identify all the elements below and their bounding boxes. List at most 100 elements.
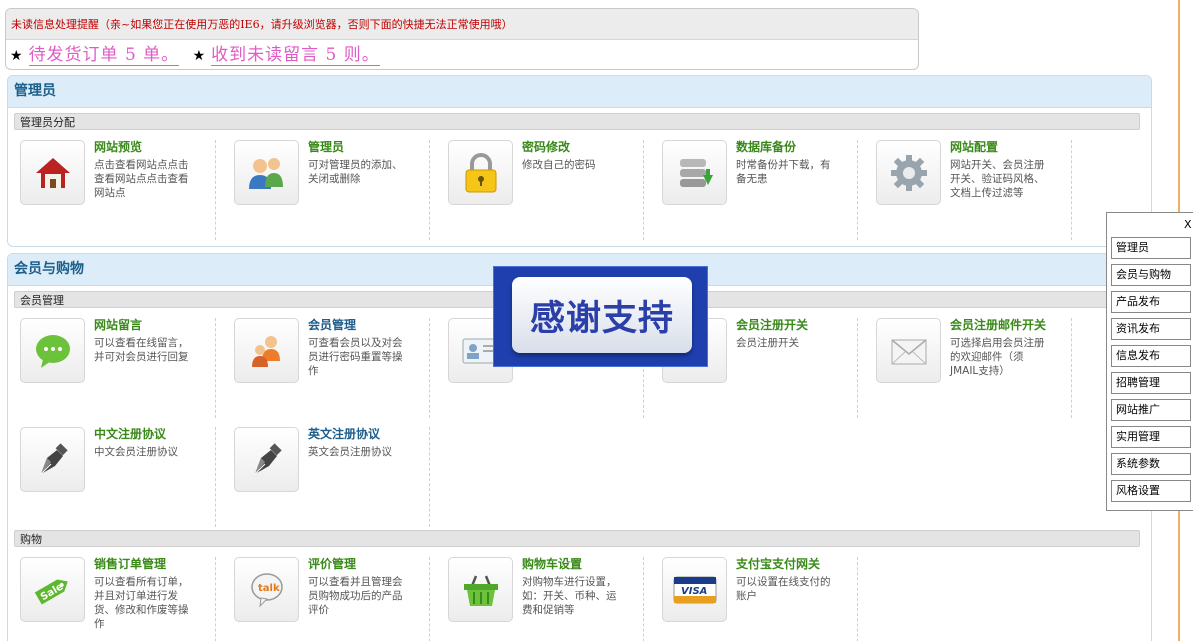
thanks-popup[interactable]: 感谢支持 <box>493 266 708 367</box>
star-icon: ★ <box>10 48 23 64</box>
card-separator <box>857 318 858 418</box>
card-desc: 可选择启用会员注册的欢迎邮件（须JMAIL支持） <box>950 337 1045 377</box>
card-separator <box>429 427 430 527</box>
unread-messages-link[interactable]: 收到未读留言 5 则。 <box>211 45 380 66</box>
card-separator <box>857 557 858 641</box>
admin-section-title: 管理员 <box>8 76 1151 108</box>
card-title[interactable]: 网站留言 <box>94 316 142 333</box>
card-member-management[interactable]: 会员管理 可查看会员以及对会员进行密码重置等操作 <box>222 318 436 418</box>
card-separator <box>643 140 644 240</box>
card-title[interactable]: 管理员 <box>308 138 344 155</box>
members-icon[interactable] <box>234 318 299 383</box>
gear-icon[interactable] <box>876 140 941 205</box>
card-desc: 会员注册开关 <box>736 337 799 349</box>
side-menu-item[interactable]: 网站推广 <box>1111 399 1191 421</box>
card-desc: 可以设置在线支付的账户 <box>736 576 831 602</box>
sale-tag-icon[interactable]: Sale <box>20 557 85 622</box>
card-separator <box>429 318 430 418</box>
notice-panel: 未读信息处理提醒（亲~如果您正在使用万恶的IE6，请升级浏览器，否则下面的快捷无… <box>5 8 919 70</box>
pending-orders-link[interactable]: 待发货订单 5 单。 <box>28 45 180 66</box>
card-cn-agreement[interactable]: 中文注册协议 中文会员注册协议 <box>8 427 222 527</box>
card-desc: 点击查看网站点点击查看网站点点击查看网站点 <box>94 159 189 199</box>
card-title[interactable]: 支付宝支付网关 <box>736 555 820 572</box>
pen-icon[interactable] <box>234 427 299 492</box>
basket-icon[interactable] <box>448 557 513 622</box>
card-title[interactable]: 数据库备份 <box>736 138 796 155</box>
card-sales-orders[interactable]: Sale 销售订单管理 可以查看所有订单，并且对订单进行发货、修改和作废等操作 <box>8 557 222 641</box>
card-separator <box>643 557 644 641</box>
card-site-preview[interactable]: 网站预览 点击查看网站点点击查看网站点点击查看网站点 <box>8 140 222 240</box>
card-alipay-gateway[interactable]: VISA 支付宝支付网关 可以设置在线支付的账户 <box>650 557 864 641</box>
star-icon: ★ <box>192 48 206 64</box>
card-desc: 对购物车进行设置，如：开关、币种、运费和促销等 <box>522 576 617 616</box>
card-desc: 修改自己的密码 <box>522 159 596 171</box>
card-administrator[interactable]: 管理员 可对管理员的添加、关闭或删除 <box>222 140 436 240</box>
card-desc: 时常备份并下载，有备无患 <box>736 159 831 185</box>
card-separator <box>429 557 430 641</box>
card-desc: 可以查看并且管理会员购物成功后的产品评价 <box>308 576 403 616</box>
card-title[interactable]: 网站配置 <box>950 138 998 155</box>
side-menu-item[interactable]: 产品发布 <box>1111 291 1191 313</box>
card-title[interactable]: 密码修改 <box>522 138 570 155</box>
admin-section: 管理员 管理员分配 网站预览 点击查看网站点点击查看网站点点击查看网站点 管理员… <box>7 75 1152 247</box>
card-separator <box>215 140 216 240</box>
side-menu-item[interactable]: 会员与购物 <box>1111 264 1191 286</box>
card-site-config[interactable]: 网站配置 网站开关、会员注册开关、验证码风格、文档上传过滤等 <box>864 140 1078 240</box>
card-separator <box>215 427 216 527</box>
card-separator <box>215 318 216 418</box>
card-separator <box>1071 318 1072 418</box>
card-title[interactable]: 中文注册协议 <box>94 425 166 442</box>
card-desc: 英文会员注册协议 <box>308 446 392 458</box>
notice-header: 未读信息处理提醒（亲~如果您正在使用万恶的IE6，请升级浏览器，否则下面的快捷无… <box>6 9 918 40</box>
side-menu-item[interactable]: 信息发布 <box>1111 345 1191 367</box>
card-title[interactable]: 销售订单管理 <box>94 555 166 572</box>
side-menu-item[interactable]: 系统参数 <box>1111 453 1191 475</box>
mail-icon[interactable] <box>876 318 941 383</box>
card-en-agreement[interactable]: 英文注册协议 英文会员注册协议 <box>222 427 436 527</box>
svg-text:VISA: VISA <box>681 586 707 597</box>
house-icon[interactable] <box>20 140 85 205</box>
talk-icon[interactable]: talk <box>234 557 299 622</box>
card-cart-settings[interactable]: 购物车设置 对购物车进行设置，如：开关、币种、运费和促销等 <box>436 557 650 641</box>
side-menu-item[interactable]: 实用管理 <box>1111 426 1191 448</box>
side-menu-item[interactable]: 资讯发布 <box>1111 318 1191 340</box>
lock-icon[interactable] <box>448 140 513 205</box>
floating-side-menu: X 管理员 会员与购物 产品发布 资讯发布 信息发布 招聘管理 网站推广 实用管… <box>1106 212 1193 511</box>
notice-body: ★ 待发货订单 5 单。 ★ 收到未读留言 5 则。 <box>6 40 918 69</box>
card-guestbook[interactable]: 网站留言 可以查看在线留言，并可对会员进行回复 <box>8 318 222 418</box>
card-desc: 网站开关、会员注册开关、验证码风格、文档上传过滤等 <box>950 159 1045 199</box>
card-separator <box>215 557 216 641</box>
card-desc: 可以查看在线留言，并可对会员进行回复 <box>94 337 189 363</box>
card-desc: 可以查看所有订单，并且对订单进行发货、修改和作废等操作 <box>94 576 189 630</box>
side-menu-item[interactable]: 风格设置 <box>1111 480 1191 502</box>
card-desc: 中文会员注册协议 <box>94 446 178 458</box>
svg-text:talk: talk <box>258 583 280 594</box>
side-menu-item[interactable]: 招聘管理 <box>1111 372 1191 394</box>
close-icon[interactable]: X <box>1184 218 1192 231</box>
card-password[interactable]: 密码修改 修改自己的密码 <box>436 140 650 240</box>
card-separator <box>429 140 430 240</box>
popup-banner: 感谢支持 <box>512 277 692 353</box>
card-title[interactable]: 网站预览 <box>94 138 142 155</box>
database-icon[interactable] <box>662 140 727 205</box>
card-desc: 可对管理员的添加、关闭或删除 <box>308 159 403 185</box>
card-title[interactable]: 会员管理 <box>308 316 356 333</box>
card-title[interactable]: 英文注册协议 <box>308 425 380 442</box>
side-menu-item[interactable]: 管理员 <box>1111 237 1191 259</box>
users-icon[interactable] <box>234 140 299 205</box>
visa-icon[interactable]: VISA <box>662 557 727 622</box>
shop-subtitle: 购物 <box>14 530 1140 547</box>
card-title[interactable]: 会员注册开关 <box>736 316 808 333</box>
card-desc: 可查看会员以及对会员进行密码重置等操作 <box>308 337 403 377</box>
card-title[interactable]: 会员注册邮件开关 <box>950 316 1046 333</box>
chat-icon[interactable] <box>20 318 85 383</box>
card-reviews[interactable]: talk 评价管理 可以查看并且管理会员购物成功后的产品评价 <box>222 557 436 641</box>
popup-text: 感谢支持 <box>529 298 674 339</box>
card-separator <box>857 140 858 240</box>
admin-subtitle: 管理员分配 <box>14 113 1140 130</box>
card-title[interactable]: 购物车设置 <box>522 555 582 572</box>
card-title[interactable]: 评价管理 <box>308 555 356 572</box>
pen-icon[interactable] <box>20 427 85 492</box>
card-register-mail[interactable]: 会员注册邮件开关 可选择启用会员注册的欢迎邮件（须JMAIL支持） <box>864 318 1078 418</box>
card-database-backup[interactable]: 数据库备份 时常备份并下载，有备无患 <box>650 140 864 240</box>
